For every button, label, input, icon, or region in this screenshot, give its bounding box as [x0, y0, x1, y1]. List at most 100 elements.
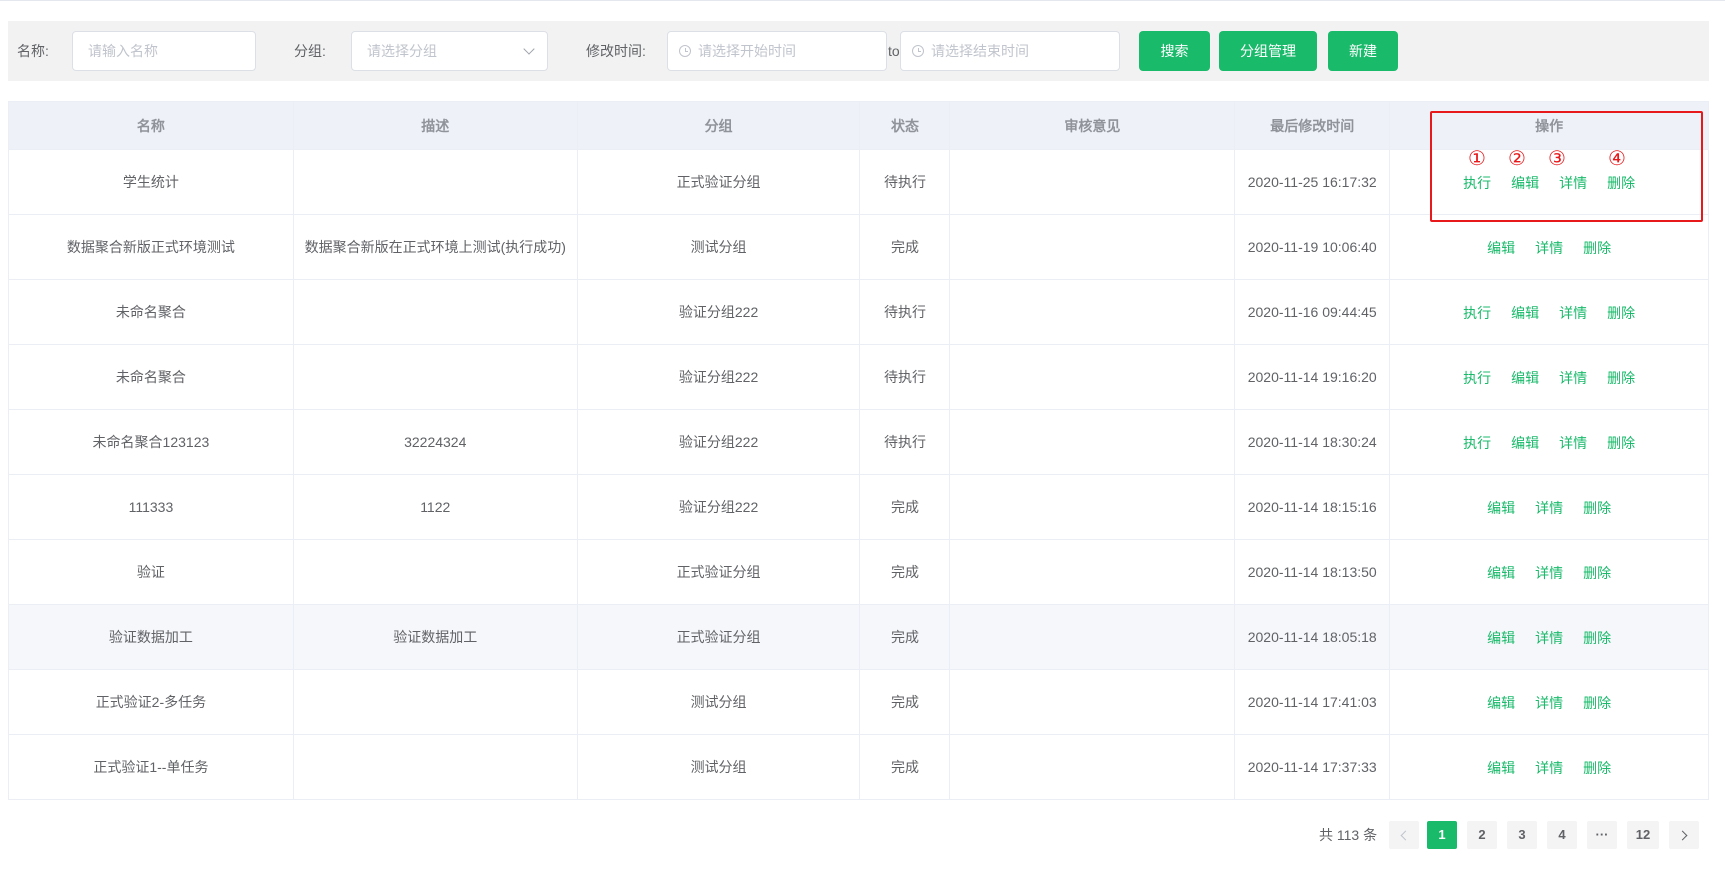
page-button-1[interactable]: 1 — [1427, 821, 1457, 849]
cell-status: 完成 — [860, 215, 951, 280]
page-button-12[interactable]: 12 — [1627, 821, 1659, 849]
cell-description — [293, 345, 578, 410]
table-row: 正式验证2-多任务 测试分组 完成 2020-11-14 17:41:03 编辑 详情 删除 — [9, 670, 1709, 735]
cell-modified-time: 2020-11-14 17:41:03 — [1235, 670, 1391, 735]
annotation-number: ② — [1508, 148, 1526, 170]
delete-link[interactable]: 删除 — [1583, 239, 1611, 257]
delete-link[interactable]: 删除 — [1607, 369, 1635, 387]
details-link[interactable]: 详情 — [1559, 304, 1587, 322]
details-link[interactable]: 详情 — [1535, 694, 1563, 712]
cell-actions: 执行 编辑 详情 删除 — [1390, 345, 1709, 410]
cell-review — [950, 475, 1236, 540]
clock-icon — [679, 45, 691, 57]
header-time: 最后修改时间 — [1235, 102, 1391, 150]
delete-link[interactable]: 删除 — [1607, 434, 1635, 452]
cell-modified-time: 2020-11-19 10:06:40 — [1235, 215, 1391, 280]
cell-name: 验证数据加工 — [9, 605, 294, 670]
clock-icon — [912, 45, 924, 57]
edit-link[interactable]: 编辑 — [1487, 564, 1515, 582]
table-row: 未命名聚合 验证分组222 待执行 2020-11-16 09:44:45 执行 编辑 详情… — [9, 280, 1709, 345]
cell-description — [293, 670, 578, 735]
cell-status: 待执行 — [860, 150, 951, 215]
search-button[interactable]: 搜索 — [1139, 31, 1210, 71]
cell-group: 正式验证分组 — [577, 605, 861, 670]
details-link[interactable]: 详情 — [1535, 629, 1563, 647]
name-input-placeholder: 请输入名称 — [88, 43, 158, 59]
cell-actions: 编辑 详情 删除 — [1390, 215, 1709, 280]
execute-link[interactable]: 执行 — [1463, 369, 1491, 387]
cell-status: 待执行 — [860, 280, 951, 345]
cell-name: 未命名聚合 — [9, 345, 294, 410]
cell-actions: 执行 编辑 详情 删除 — [1390, 280, 1709, 345]
details-link[interactable]: 详情 — [1535, 564, 1563, 582]
cell-name: 正式验证1--单任务 — [9, 735, 294, 800]
cell-group: 测试分组 — [577, 735, 861, 800]
edit-link[interactable]: 编辑 — [1487, 694, 1515, 712]
edit-link[interactable]: 编辑 — [1511, 434, 1539, 452]
group-manage-button[interactable]: 分组管理 — [1219, 31, 1317, 71]
cell-review — [950, 215, 1236, 280]
action-group: 执行 编辑 详情 删除 — [1390, 280, 1708, 344]
cell-status: 完成 — [860, 735, 951, 800]
action-group: 编辑 详情 删除 — [1390, 605, 1708, 669]
cell-review — [950, 605, 1236, 670]
cell-modified-time: 2020-11-14 17:37:33 — [1235, 735, 1391, 800]
delete-link[interactable]: 删除 — [1583, 694, 1611, 712]
table-row: 未命名聚合 验证分组222 待执行 2020-11-14 19:16:20 执行 编辑 详情… — [9, 345, 1709, 410]
annotation-number: ④ — [1608, 148, 1626, 170]
table-row: 111333 1122 验证分组222 完成 2020-11-14 18:15:16 编辑… — [9, 475, 1709, 540]
delete-link[interactable]: 删除 — [1583, 499, 1611, 517]
table-header: 名称 描述 分组 状态 审核意见 最后修改时间 操作 — [9, 102, 1709, 150]
page-ellipsis-button[interactable]: ··· — [1587, 821, 1617, 849]
execute-link[interactable]: 执行 — [1463, 304, 1491, 322]
cell-status: 待执行 — [860, 345, 951, 410]
page-button-2[interactable]: 2 — [1467, 821, 1497, 849]
details-link[interactable]: 详情 — [1559, 369, 1587, 387]
delete-link[interactable]: 删除 — [1607, 304, 1635, 322]
page-button-3[interactable]: 3 — [1507, 821, 1537, 849]
details-link[interactable]: 详情 — [1535, 759, 1563, 777]
table-row: 未命名聚合123123 32224324 验证分组222 待执行 2020-11-14 … — [9, 410, 1709, 475]
details-link[interactable]: 详情 — [1535, 499, 1563, 517]
cell-group: 验证分组222 — [577, 475, 861, 540]
delete-link[interactable]: 删除 — [1583, 759, 1611, 777]
execute-link[interactable]: 执行 — [1463, 174, 1491, 192]
header-review: 审核意见 — [950, 102, 1236, 150]
delete-link[interactable]: 删除 — [1607, 174, 1635, 192]
delete-link[interactable]: 删除 — [1583, 629, 1611, 647]
group-select[interactable]: 请选择分组 — [351, 31, 548, 71]
edit-link[interactable]: 编辑 — [1511, 174, 1539, 192]
prev-page-button[interactable] — [1389, 821, 1419, 849]
edit-link[interactable]: 编辑 — [1487, 239, 1515, 257]
execute-link[interactable]: 执行 — [1463, 434, 1491, 452]
delete-link[interactable]: 删除 — [1583, 564, 1611, 582]
cell-review — [950, 670, 1236, 735]
details-link[interactable]: 详情 — [1559, 434, 1587, 452]
edit-link[interactable]: 编辑 — [1487, 499, 1515, 517]
edit-link[interactable]: 编辑 — [1487, 629, 1515, 647]
chevron-right-icon — [1677, 830, 1688, 841]
next-page-button[interactable] — [1669, 821, 1699, 849]
page-button-4[interactable]: 4 — [1547, 821, 1577, 849]
cell-name: 验证 — [9, 540, 294, 605]
cell-status: 完成 — [860, 670, 951, 735]
cell-group: 测试分组 — [577, 215, 861, 280]
edit-link[interactable]: 编辑 — [1511, 369, 1539, 387]
new-button[interactable]: 新建 — [1328, 31, 1398, 71]
header-group: 分组 — [577, 102, 861, 150]
annotation-number: ① — [1468, 148, 1486, 170]
end-time-input[interactable]: 请选择结束时间 — [900, 31, 1120, 71]
range-separator: to — [888, 43, 900, 59]
name-input[interactable]: 请输入名称 — [72, 31, 256, 71]
start-time-input[interactable]: 请选择开始时间 — [667, 31, 887, 71]
edit-link[interactable]: 编辑 — [1511, 304, 1539, 322]
end-time-placeholder: 请选择结束时间 — [931, 43, 1029, 59]
cell-review — [950, 410, 1236, 475]
details-link[interactable]: 详情 — [1535, 239, 1563, 257]
edit-link[interactable]: 编辑 — [1487, 759, 1515, 777]
table-body: 学生统计 正式验证分组 待执行 2020-11-25 16:17:32 执行 编辑 详情 删除… — [9, 150, 1709, 800]
table-row: 正式验证1--单任务 测试分组 完成 2020-11-14 17:37:33 编辑 详情 删… — [9, 735, 1709, 800]
annotation-number: ③ — [1548, 148, 1566, 170]
details-link[interactable]: 详情 — [1559, 174, 1587, 192]
table-row: 学生统计 正式验证分组 待执行 2020-11-25 16:17:32 执行 编辑 详情 删除 — [9, 150, 1709, 215]
